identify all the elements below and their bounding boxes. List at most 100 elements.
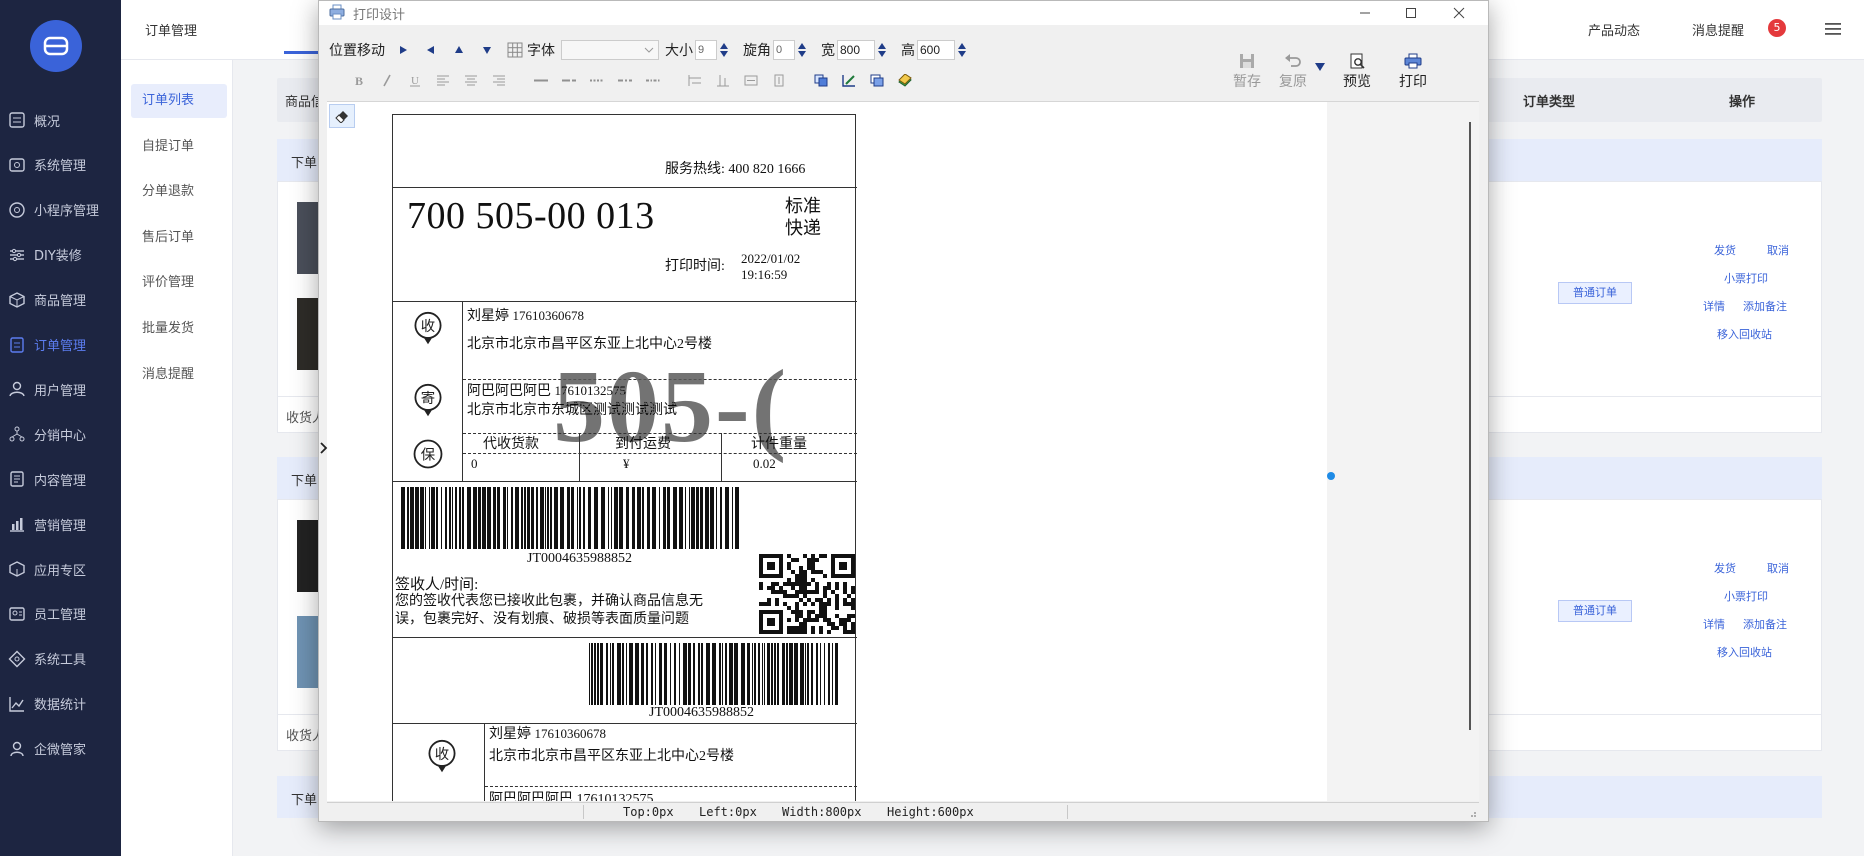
hamburger-menu-icon[interactable]	[1825, 22, 1841, 36]
product-news-link[interactable]: 产品动态	[1588, 20, 1640, 39]
move-right-button[interactable]	[389, 40, 417, 60]
move-recycle-link[interactable]: 移入回收站	[1717, 644, 1772, 660]
undo-icon	[1285, 54, 1301, 67]
sidebar-item[interactable]: 用户管理	[0, 367, 121, 411]
book-button[interactable]	[891, 71, 919, 89]
width-input[interactable]	[837, 40, 875, 60]
sidebar-item[interactable]: 概况	[0, 98, 121, 142]
print-button[interactable]: 打印	[1391, 53, 1435, 95]
sidebar-item[interactable]: 系统工具	[0, 637, 121, 681]
spin-up-icon[interactable]	[720, 43, 728, 49]
restore-dropdown-icon[interactable]	[1315, 63, 1325, 71]
font-select[interactable]	[561, 40, 659, 60]
move-left-button[interactable]	[417, 40, 445, 60]
close-button[interactable]	[1436, 1, 1482, 25]
line-dashdot-button[interactable]	[611, 71, 639, 89]
line-solid-button[interactable]	[527, 71, 555, 89]
align-right-button[interactable]	[485, 71, 513, 89]
h-distribute-button[interactable]	[737, 71, 765, 89]
sidebar-item[interactable]: 订单管理	[0, 323, 121, 367]
product-thumbnail[interactable]	[297, 202, 319, 274]
chevron-right-icon[interactable]	[320, 442, 328, 454]
sidebar-item[interactable]: 系统管理	[0, 143, 121, 187]
size-input[interactable]	[695, 40, 717, 60]
product-thumbnail[interactable]	[297, 520, 319, 592]
sender-name: 阿巴阿巴阿巴	[467, 384, 551, 399]
maximize-button[interactable]	[1388, 1, 1434, 25]
line-dot-button[interactable]	[583, 71, 611, 89]
grid-icon[interactable]	[507, 42, 523, 58]
bold-button[interactable]: B	[345, 71, 373, 89]
cancel-link[interactable]: 取消	[1767, 242, 1789, 258]
sliders-icon	[10, 248, 24, 261]
dialog-titlebar[interactable]: 打印设计	[319, 1, 1488, 25]
sidebar-item[interactable]: 商品管理	[0, 278, 121, 322]
edit-element-button[interactable]	[835, 71, 863, 89]
preview-button[interactable]: 预览	[1335, 53, 1379, 95]
message-reminder-link[interactable]: 消息提醒	[1692, 20, 1744, 39]
design-canvas[interactable]: 服务热线: 400 820 1666 700 505-00 013 标准快递 打…	[327, 101, 1479, 801]
sidebar-item[interactable]: 小程序管理	[0, 188, 121, 232]
save-draft-button[interactable]: 暂存	[1225, 53, 1269, 95]
spin-up-icon[interactable]	[878, 43, 886, 49]
add-note-link[interactable]: 添加备注	[1743, 298, 1787, 314]
height-input[interactable]	[917, 40, 955, 60]
move-up-button[interactable]	[445, 40, 473, 60]
spin-up-icon[interactable]	[958, 43, 966, 49]
ticket-print-link[interactable]: 小票打印	[1724, 270, 1768, 286]
same-width-button[interactable]	[681, 71, 709, 89]
sidebar-item[interactable]: DIY装修	[0, 233, 121, 277]
italic-button[interactable]	[373, 71, 401, 89]
ship-link[interactable]: 发货	[1714, 560, 1736, 576]
copy-element-button[interactable]	[807, 71, 835, 89]
move-recycle-link[interactable]: 移入回收站	[1717, 326, 1772, 342]
vertical-scrollbar[interactable]	[1469, 122, 1471, 730]
sidebar-item[interactable]: 企微管家	[0, 727, 121, 771]
move-down-button[interactable]	[473, 40, 501, 60]
book-icon	[898, 73, 912, 87]
align-left-button[interactable]	[429, 71, 457, 89]
sub-nav-item[interactable]: 批量发货	[131, 312, 227, 346]
spin-down-icon[interactable]	[878, 51, 886, 57]
sidebar-item[interactable]: 应用专区	[0, 547, 121, 591]
sub-nav-item[interactable]: 消息提醒	[131, 358, 227, 392]
restore-button[interactable]: 复原	[1271, 53, 1315, 95]
app-logo[interactable]	[30, 20, 82, 72]
same-height-button[interactable]	[709, 71, 737, 89]
shipping-label[interactable]: 服务热线: 400 820 1666 700 505-00 013 标准快递 打…	[392, 114, 857, 801]
sub-nav-item[interactable]: 评价管理	[131, 266, 227, 300]
product-thumbnail[interactable]	[297, 298, 319, 370]
line-dash-button[interactable]	[555, 71, 583, 89]
spin-down-icon[interactable]	[798, 51, 806, 57]
ticket-print-link[interactable]: 小票打印	[1724, 588, 1768, 604]
line-dashdotdot-button[interactable]	[639, 71, 667, 89]
resize-handle[interactable]	[1327, 472, 1335, 480]
minimize-button[interactable]	[1342, 1, 1388, 25]
cancel-link[interactable]: 取消	[1767, 560, 1789, 576]
sidebar-item[interactable]: 分销中心	[0, 412, 121, 456]
sidebar-item[interactable]: 内容管理	[0, 457, 121, 501]
align-center-button[interactable]	[457, 71, 485, 89]
underline-button[interactable]: U	[401, 71, 429, 89]
rotate-input[interactable]	[773, 40, 795, 60]
product-thumbnail[interactable]	[297, 616, 319, 688]
layer-button[interactable]	[863, 71, 891, 89]
sub-nav-item[interactable]: 自提订单	[131, 130, 227, 164]
spin-down-icon[interactable]	[958, 51, 966, 57]
spin-down-icon[interactable]	[720, 51, 728, 57]
sidebar-item[interactable]: 数据统计	[0, 682, 121, 726]
sidebar-item[interactable]: 员工管理	[0, 592, 121, 636]
sub-nav-item[interactable]: 售后订单	[131, 221, 227, 255]
add-note-link[interactable]: 添加备注	[1743, 616, 1787, 632]
v-distribute-button[interactable]	[765, 71, 793, 89]
detail-link[interactable]: 详情	[1703, 616, 1725, 632]
sub-nav-item[interactable]: 分单退款	[131, 175, 227, 209]
eraser-tool-button[interactable]	[329, 104, 355, 128]
ship-link[interactable]: 发货	[1714, 242, 1736, 258]
resize-grip-icon[interactable]	[1467, 808, 1477, 818]
detail-link[interactable]: 详情	[1703, 298, 1725, 314]
sub-nav-item[interactable]: 订单列表	[131, 84, 227, 118]
spin-up-icon[interactable]	[798, 43, 806, 49]
box-icon	[9, 291, 25, 308]
sidebar-item[interactable]: 营销管理	[0, 502, 121, 546]
